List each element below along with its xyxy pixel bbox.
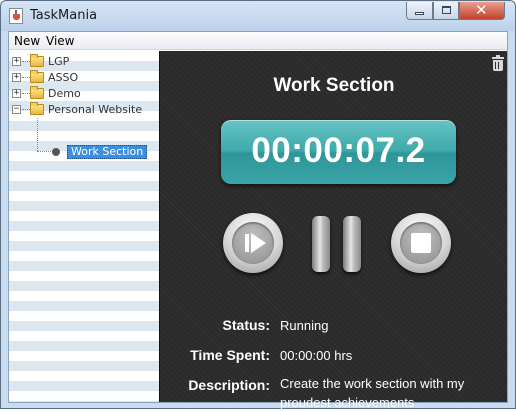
tree-node-asso[interactable]: + ASSO [9,70,159,86]
window-title: TaskMania [30,8,98,23]
maximize-icon [442,6,451,14]
tree-node-demo[interactable]: + Demo [9,86,159,102]
close-button[interactable]: ✕ [459,1,505,20]
task-leaf-icon [52,148,60,156]
menu-view[interactable]: View [46,34,74,48]
status-label: Status: [222,317,270,333]
task-detail-panel: Work Section 00:00:07.2 Status: Running … [159,51,507,410]
menu-new[interactable]: New [14,34,40,48]
menu-bar: New View [9,32,507,50]
expand-icon[interactable]: + [12,89,21,98]
play-button[interactable] [223,213,283,273]
tree-node-lgp[interactable]: + LGP [9,54,159,70]
minimize-button[interactable] [406,2,433,20]
status-value: Running [280,318,329,333]
folder-icon [30,70,44,83]
maximize-button[interactable] [433,2,459,20]
app-window: TaskMania ✕ New View + LGP + ASSO + Demo… [0,0,516,410]
pause-icon [312,216,330,272]
task-tree: + LGP + ASSO + Demo − Personal Website W… [9,51,159,402]
expand-icon[interactable]: + [12,73,21,82]
tree-node-work-section[interactable]: Work Section [67,145,148,159]
tree-node-label: ASSO [48,71,79,84]
collapse-icon[interactable]: − [12,105,21,114]
java-app-icon [9,8,23,24]
trash-icon[interactable] [492,55,504,71]
title-bar[interactable]: TaskMania ✕ [1,1,515,31]
time-spent-label: Time Spent: [190,347,270,363]
stop-button[interactable] [391,213,451,273]
play-icon [232,222,274,264]
open-folder-icon [30,102,44,115]
description-value: Create the work section with my proudest… [280,376,465,410]
tree-node-personal-website[interactable]: − Personal Website [9,102,159,118]
client-area: New View + LGP + ASSO + Demo − Personal … [8,31,508,410]
close-icon: ✕ [475,1,488,19]
description-label: Description: [188,377,270,393]
tree-node-label: Demo [48,87,81,100]
folder-icon [30,86,44,99]
pause-button[interactable] [312,216,364,272]
task-title: Work Section [273,75,395,96]
expand-icon[interactable]: + [12,57,21,66]
tree-node-label: Personal Website [48,103,143,116]
timer-display: 00:00:07.2 [221,120,456,184]
stop-icon [400,222,442,264]
timer-value: 00:00:07.2 [251,131,426,170]
minimize-icon [415,12,424,15]
folder-icon [30,54,44,67]
tree-node-label: LGP [48,55,70,68]
time-spent-value: 00:00:00 hrs [280,348,353,363]
